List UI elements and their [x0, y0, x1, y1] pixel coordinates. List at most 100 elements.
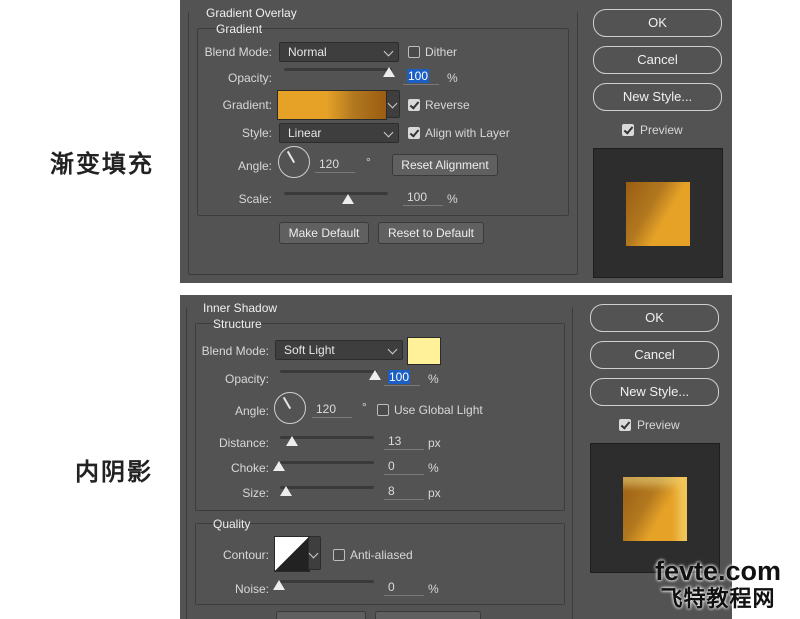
shadow-color-swatch[interactable]: [407, 337, 441, 365]
reset-to-default-button[interactable]: Reset to Default: [378, 222, 484, 244]
gradient-dropdown[interactable]: [386, 90, 400, 118]
opacity-slider-thumb[interactable]: [383, 67, 395, 77]
group-title: Structure: [213, 317, 262, 331]
scale-label: Scale:: [238, 192, 272, 206]
scale-slider-track[interactable]: [284, 192, 388, 195]
angle-input[interactable]: 120: [312, 402, 352, 418]
chevron-down-icon: [308, 548, 319, 559]
align-with-layer-checkbox[interactable]: [408, 127, 420, 139]
size-label: Size:: [242, 486, 269, 500]
choke-input[interactable]: 0: [384, 459, 424, 475]
group-title: Gradient: [216, 22, 263, 36]
angle-dial[interactable]: [278, 146, 310, 178]
chevron-down-icon: [387, 344, 398, 355]
preview-thumbnail: [590, 443, 720, 573]
caption-inner-shadow: 内阴影: [75, 458, 153, 486]
reset-alignment-button[interactable]: Reset Alignment: [392, 154, 498, 176]
blend-mode-label: Blend Mode:: [201, 344, 269, 358]
opacity-unit: %: [447, 71, 458, 85]
style-label: Style:: [241, 126, 272, 140]
make-default-button[interactable]: [276, 611, 366, 619]
size-unit: px: [428, 486, 441, 500]
preview-checkbox[interactable]: [619, 419, 631, 431]
opacity-input[interactable]: 100: [384, 370, 420, 386]
reverse-label: Reverse: [425, 98, 470, 112]
chevron-down-icon: [383, 127, 394, 138]
opacity-label: Opacity:: [224, 372, 269, 386]
dither-checkbox[interactable]: [408, 46, 420, 58]
preview-label: Preview: [640, 123, 683, 137]
opacity-slider-thumb[interactable]: [369, 370, 381, 380]
watermark-url: fevte.com: [654, 556, 782, 586]
preview-label: Preview: [637, 418, 680, 432]
use-global-light-label: Use Global Light: [394, 403, 483, 417]
distance-label: Distance:: [218, 436, 269, 450]
noise-slider-track[interactable]: [280, 580, 374, 583]
opacity-unit: %: [428, 372, 439, 386]
panel-title: Inner Shadow: [203, 301, 278, 315]
ok-button[interactable]: OK: [593, 9, 722, 37]
watermark-sitename: 飞特教程网: [660, 587, 776, 612]
choke-label: Choke:: [230, 461, 269, 475]
angle-unit: °: [362, 400, 367, 414]
chevron-down-icon: [387, 98, 398, 109]
angle-unit: °: [366, 155, 371, 169]
new-style-button[interactable]: New Style...: [593, 83, 722, 111]
panel-title: Gradient Overlay: [206, 6, 297, 20]
gradient-swatch[interactable]: [277, 90, 387, 120]
cancel-button[interactable]: Cancel: [590, 341, 719, 369]
choke-slider-thumb[interactable]: [273, 461, 285, 471]
noise-slider-thumb[interactable]: [273, 580, 285, 590]
blend-mode-value: Normal: [288, 45, 327, 59]
choke-unit: %: [428, 461, 439, 475]
preview-square: [623, 477, 687, 541]
size-input[interactable]: 8: [384, 484, 424, 500]
chevron-down-icon: [383, 46, 394, 57]
style-select[interactable]: Linear: [279, 123, 399, 143]
noise-unit: %: [428, 582, 439, 596]
preview-square: [626, 182, 690, 246]
noise-input[interactable]: 0: [384, 580, 424, 596]
angle-input[interactable]: 120: [315, 157, 355, 173]
watermark-logo: fevte.com 飞特教程网: [636, 556, 800, 619]
size-slider-track[interactable]: [280, 486, 374, 489]
style-value: Linear: [288, 126, 322, 140]
reset-to-default-button[interactable]: [375, 611, 481, 619]
blend-mode-select[interactable]: Soft Light: [275, 340, 403, 360]
gradient-overlay-panel: Gradient Overlay Gradient Blend Mode: No…: [180, 0, 732, 283]
opacity-slider-track[interactable]: [284, 68, 392, 71]
anti-aliased-checkbox[interactable]: [333, 549, 345, 561]
angle-dial-hand: [286, 151, 295, 164]
distance-input[interactable]: 13: [384, 434, 424, 450]
blend-mode-select[interactable]: Normal: [279, 42, 399, 62]
opacity-slider-track[interactable]: [280, 370, 377, 373]
angle-dial-hand: [282, 397, 291, 410]
scale-slider-thumb[interactable]: [342, 194, 354, 204]
distance-slider-thumb[interactable]: [286, 436, 298, 446]
reverse-checkbox[interactable]: [408, 99, 420, 111]
preview-checkbox[interactable]: [622, 124, 634, 136]
opacity-input[interactable]: 100: [403, 69, 439, 85]
preview-thumbnail: [593, 148, 723, 278]
scale-input[interactable]: 100: [403, 190, 443, 206]
anti-aliased-label: Anti-aliased: [350, 548, 413, 562]
angle-dial[interactable]: [274, 392, 306, 424]
use-global-light-checkbox[interactable]: [377, 404, 389, 416]
contour-label: Contour:: [222, 548, 269, 562]
gradient-label: Gradient:: [222, 98, 272, 112]
ok-button[interactable]: OK: [590, 304, 719, 332]
angle-label: Angle:: [237, 159, 272, 173]
size-slider-thumb[interactable]: [280, 486, 292, 496]
choke-slider-track[interactable]: [280, 461, 374, 464]
contour-dropdown[interactable]: [308, 536, 321, 570]
dither-label: Dither: [425, 45, 458, 59]
contour-picker[interactable]: [274, 536, 310, 572]
make-default-button[interactable]: Make Default: [279, 222, 369, 244]
new-style-button[interactable]: New Style...: [590, 378, 719, 406]
angle-label: Angle:: [234, 404, 269, 418]
noise-label: Noise:: [234, 582, 269, 596]
scale-unit: %: [447, 192, 458, 206]
blend-mode-value: Soft Light: [284, 343, 335, 357]
cancel-button[interactable]: Cancel: [593, 46, 722, 74]
blend-mode-label: Blend Mode:: [204, 45, 272, 59]
